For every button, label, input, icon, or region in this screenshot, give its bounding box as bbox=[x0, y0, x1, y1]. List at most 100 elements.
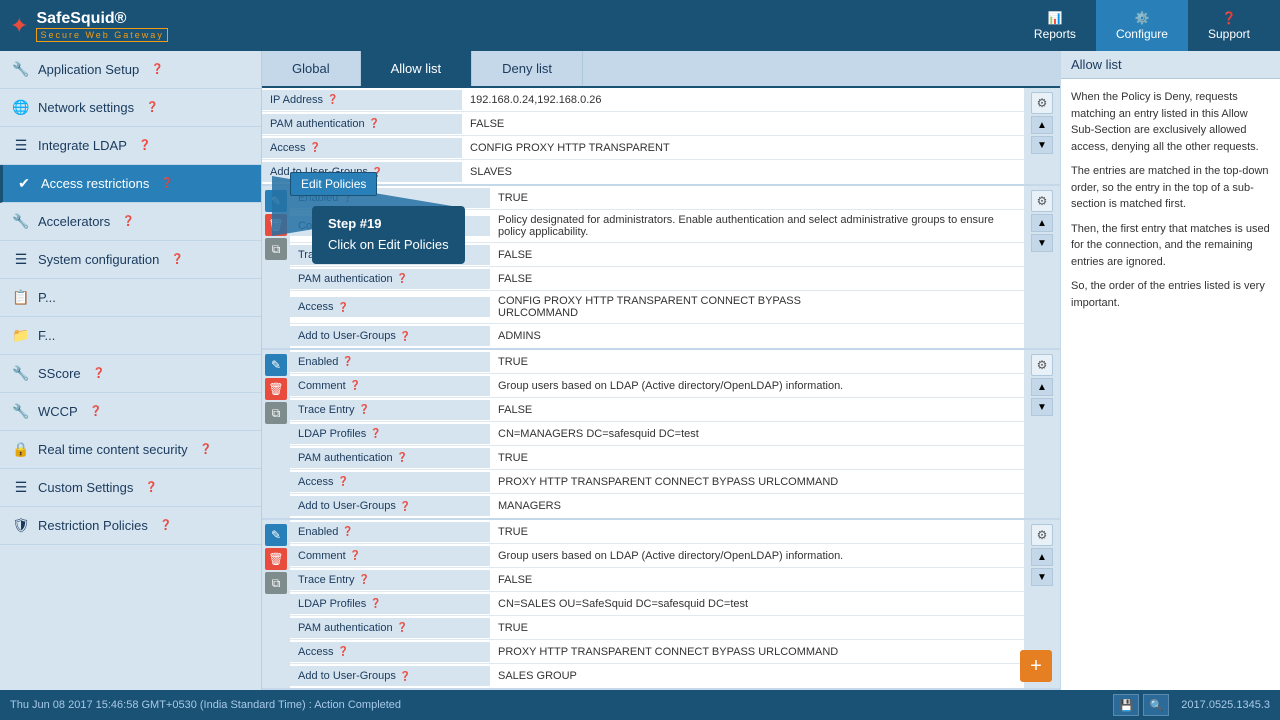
tab-global[interactable]: Global bbox=[262, 51, 361, 86]
tab-allow-list[interactable]: Allow list bbox=[361, 51, 473, 86]
help-icon: ❓ bbox=[370, 428, 381, 439]
tab-deny-list[interactable]: Deny list bbox=[472, 51, 583, 86]
scroll-up-button[interactable]: ▲ bbox=[1031, 378, 1053, 396]
copy-button[interactable]: ⧉ bbox=[265, 238, 287, 260]
right-panel-p2: The entries are matched in the top-down … bbox=[1071, 163, 1270, 213]
policy-row: Access ❓ CONFIG PROXY HTTP TRANSPARENT C… bbox=[290, 291, 1024, 324]
sidebar-item-application-setup[interactable]: 🔧 Application Setup ❓ bbox=[0, 51, 261, 89]
policy-row: Enabled ❓ TRUE bbox=[290, 350, 1024, 374]
search-icon-button[interactable]: 🔍 bbox=[1143, 694, 1169, 716]
policy-row: PAM authentication ❓ TRUE bbox=[290, 616, 1024, 640]
support-icon: ❓ bbox=[1222, 11, 1237, 25]
sidebar-item-integrate-ldap[interactable]: ☰ Integrate LDAP ❓ bbox=[0, 127, 261, 165]
save-icon-button[interactable]: 💾 bbox=[1113, 694, 1139, 716]
policy-entry: ✎ 🗑 ⧉ Enabled ❓ TRUE Comment ❓ bbox=[262, 186, 1060, 350]
policy-row: PAM authentication ❓ FALSE bbox=[290, 267, 1024, 291]
row-value: TRUE bbox=[490, 188, 1024, 208]
scroll-up-button[interactable]: ▲ bbox=[1031, 116, 1053, 134]
help-icon: ❓ bbox=[342, 356, 353, 367]
help-icon: ❓ bbox=[200, 444, 212, 455]
scroll-down-button[interactable]: ▼ bbox=[1031, 568, 1053, 586]
sidebar-item-label: P... bbox=[38, 290, 56, 305]
policy-row: Access ❓ PROXY HTTP TRANSPARENT CONNECT … bbox=[290, 470, 1024, 494]
policy-row: Add to User-Groups ❓ MANAGERS bbox=[290, 494, 1024, 518]
sidebar-item-restriction-policies[interactable]: 🛡 Restriction Policies ❓ bbox=[0, 507, 261, 545]
policy-entry: IP Address ❓ 192.168.0.24,192.168.0.26 P… bbox=[262, 88, 1060, 186]
row-value: 192.168.0.24,192.168.0.26 bbox=[462, 90, 1024, 110]
help-icon: ❓ bbox=[350, 380, 361, 391]
nav-configure[interactable]: ⚙️ Configure bbox=[1096, 0, 1188, 51]
scroll-up-button[interactable]: ▲ bbox=[1031, 214, 1053, 232]
row-value: TRUE bbox=[490, 352, 1024, 372]
help-icon: ❓ bbox=[400, 331, 411, 342]
help-icon: ❓ bbox=[397, 452, 408, 463]
settings-button[interactable]: ⚙ bbox=[1031, 524, 1053, 546]
main-layout: 🔧 Application Setup ❓ 🌐 Network settings… bbox=[0, 51, 1280, 690]
row-value: TRUE bbox=[490, 618, 1024, 638]
help-icon: ❓ bbox=[90, 406, 102, 417]
sidebar-item-custom-settings[interactable]: ☰ Custom Settings ❓ bbox=[0, 469, 261, 507]
edit-button[interactable]: ✎ bbox=[265, 190, 287, 212]
sidebar-item-wccp[interactable]: 🔧 WCCP ❓ bbox=[0, 393, 261, 431]
main-content: Global Allow list Deny list IP Address ❓… bbox=[262, 51, 1060, 690]
step-number: Step #19 bbox=[328, 214, 449, 235]
edit-button[interactable]: ✎ bbox=[265, 524, 287, 546]
row-label: Add to User-Groups ❓ bbox=[290, 326, 490, 346]
scroll-down-button[interactable]: ▼ bbox=[1031, 398, 1053, 416]
sidebar-item-f[interactable]: 📁 F... bbox=[0, 317, 261, 355]
policy-row: LDAP Profiles ❓ CN=SALES OU=SafeSquid DC… bbox=[290, 592, 1024, 616]
sidebar-item-sscore[interactable]: 🔧 SScore ❓ bbox=[0, 355, 261, 393]
sidebar-item-system-configuration[interactable]: ☰ System configuration ❓ bbox=[0, 241, 261, 279]
edit-button[interactable]: ✎ bbox=[265, 354, 287, 376]
logo-sub: Secure Web Gateway bbox=[36, 28, 167, 42]
help-icon: ❓ bbox=[171, 254, 183, 265]
row-value: Group users based on LDAP (Active direct… bbox=[490, 546, 1024, 566]
sidebar-item-access-restrictions[interactable]: ✔ Access restrictions ❓ bbox=[0, 165, 261, 203]
help-icon: ❓ bbox=[369, 118, 380, 129]
help-icon: ❓ bbox=[400, 501, 411, 512]
help-icon: ❓ bbox=[161, 178, 173, 189]
step-text: Click on Edit Policies bbox=[328, 235, 449, 256]
row-value: CONFIG PROXY HTTP TRANSPARENT bbox=[462, 138, 1024, 158]
sidebar-item-label: System configuration bbox=[38, 252, 159, 267]
accelerators-icon: 🔧 bbox=[12, 213, 30, 230]
sidebar-item-label: Application Setup bbox=[38, 62, 139, 77]
help-icon: ❓ bbox=[337, 646, 348, 657]
status-text: Thu Jun 08 2017 15:46:58 GMT+0530 (India… bbox=[10, 699, 401, 711]
row-value: Policy designated for administrators. En… bbox=[490, 210, 1024, 242]
logo-icon: ✦ bbox=[10, 13, 28, 39]
sidebar-item-network-settings[interactable]: 🌐 Network settings ❓ bbox=[0, 89, 261, 127]
scroll-down-button[interactable]: ▼ bbox=[1031, 234, 1053, 252]
sidebar-item-accelerators[interactable]: 🔧 Accelerators ❓ bbox=[0, 203, 261, 241]
header: ✦ SafeSquid® Secure Web Gateway 📊 Report… bbox=[0, 0, 1280, 51]
nav-reports-label: Reports bbox=[1034, 27, 1076, 41]
settings-button[interactable]: ⚙ bbox=[1031, 92, 1053, 114]
nav-support[interactable]: ❓ Support bbox=[1188, 0, 1270, 51]
sidebar-item-label: F... bbox=[38, 328, 55, 343]
settings-button[interactable]: ⚙ bbox=[1031, 354, 1053, 376]
entry-action-btns: ✎ 🗑 ⧉ bbox=[262, 520, 290, 688]
add-entry-button[interactable]: + bbox=[1020, 650, 1052, 682]
policy-row: LDAP Profiles ❓ CN=MANAGERS DC=safesquid… bbox=[290, 422, 1024, 446]
sidebar-item-p[interactable]: 📋 P... bbox=[0, 279, 261, 317]
tooltip-label: Edit Policies bbox=[290, 172, 377, 196]
tabs: Global Allow list Deny list bbox=[262, 51, 1060, 88]
row-label: Comment ❓ bbox=[290, 546, 490, 566]
sidebar-item-real-time-content[interactable]: 🔒 Real time content security ❓ bbox=[0, 431, 261, 469]
sidebar-item-label: Accelerators bbox=[38, 214, 110, 229]
help-icon: ❓ bbox=[139, 140, 151, 151]
nav-reports[interactable]: 📊 Reports bbox=[1014, 0, 1096, 51]
help-icon: ❓ bbox=[358, 574, 369, 585]
help-icon: ❓ bbox=[327, 94, 338, 105]
delete-button[interactable]: 🗑 bbox=[265, 214, 287, 236]
copy-button[interactable]: ⧉ bbox=[265, 402, 287, 424]
version-text: 2017.0525.1345.3 bbox=[1181, 699, 1270, 711]
delete-button[interactable]: 🗑 bbox=[265, 378, 287, 400]
sidebar-item-label: Access restrictions bbox=[41, 176, 149, 191]
scroll-up-button[interactable]: ▲ bbox=[1031, 548, 1053, 566]
delete-button[interactable]: 🗑 bbox=[265, 548, 287, 570]
settings-button[interactable]: ⚙ bbox=[1031, 190, 1053, 212]
copy-button[interactable]: ⧉ bbox=[265, 572, 287, 594]
scroll-down-button[interactable]: ▼ bbox=[1031, 136, 1053, 154]
row-value: CN=SALES OU=SafeSquid DC=safesquid DC=te… bbox=[490, 594, 1024, 614]
